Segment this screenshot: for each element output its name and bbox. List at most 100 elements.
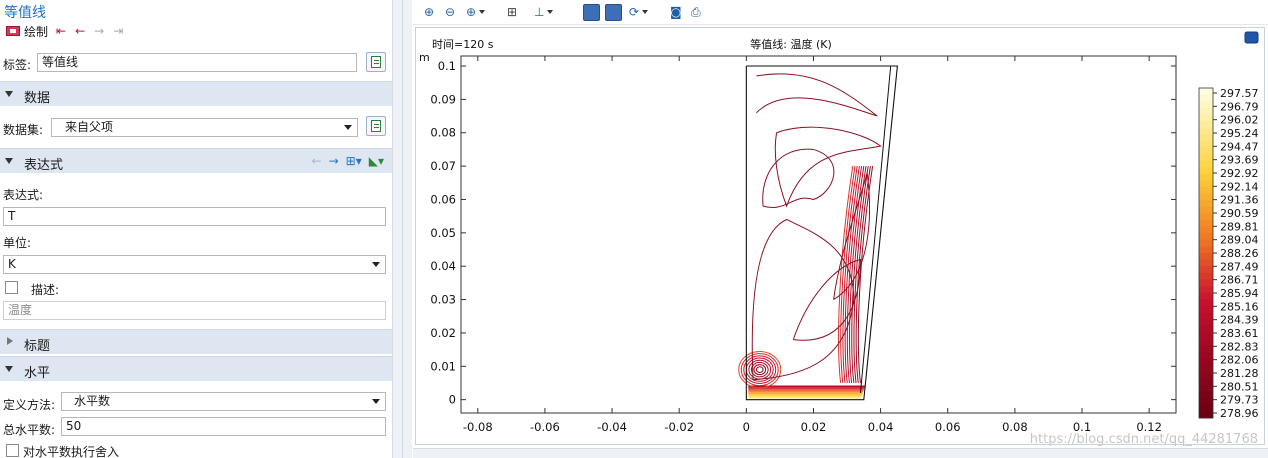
last-icon[interactable]: ⇥ bbox=[113, 24, 123, 38]
x-tick-label: -0.04 bbox=[597, 420, 627, 434]
insert-expression-icon[interactable]: ⊞▾ bbox=[346, 154, 362, 168]
description-input[interactable]: 温度 bbox=[3, 301, 386, 320]
colorbar-band bbox=[1199, 266, 1213, 274]
axis-toggle-icon[interactable] bbox=[605, 4, 622, 21]
x-tick-label: 0.08 bbox=[1002, 420, 1028, 434]
zoom-box-icon[interactable]: ⊕ bbox=[466, 4, 486, 20]
graphics-toolbar: ⊕ ⊖ ⊕ ⊞ ⊥ ⟳ ◙ ⎙ bbox=[413, 0, 1268, 25]
colorbar-label: 279.73 bbox=[1220, 394, 1259, 407]
title-section-header[interactable]: 标题 bbox=[0, 329, 392, 354]
zoom-extents-icon[interactable]: ⊞ bbox=[507, 4, 517, 20]
colorbar-band bbox=[1199, 279, 1213, 287]
colorbar-band bbox=[1199, 101, 1213, 109]
colorbar-label: 297.57 bbox=[1220, 87, 1259, 100]
colorbar-label: 293.69 bbox=[1220, 154, 1259, 167]
colorbar-band bbox=[1199, 398, 1213, 406]
colorbar-band bbox=[1199, 220, 1213, 227]
panel-title: 等值线 bbox=[4, 5, 46, 21]
colorbar-label: 296.79 bbox=[1220, 100, 1259, 113]
levels-section-header[interactable]: 水平 bbox=[0, 356, 392, 381]
colorbar-band bbox=[1199, 114, 1213, 122]
round-levels-checkbox[interactable] bbox=[6, 444, 19, 457]
method-select[interactable]: 水平数 bbox=[61, 392, 386, 411]
plot-button[interactable]: 绘制 bbox=[24, 23, 48, 40]
plot-canvas[interactable]: 时间=120 s 等值线: 温度 (K) m -0.08 -0.06 -0.04 -0.02… bbox=[415, 27, 1265, 445]
label-input[interactable]: 等值线 bbox=[37, 53, 357, 72]
expression-label: 表达式: bbox=[3, 188, 44, 202]
zoom-in-icon[interactable]: ⊕ bbox=[424, 4, 434, 20]
expression-tools: ← → ⊞▾ ◣▾ bbox=[305, 154, 384, 168]
axis-orientation-icon[interactable]: ⊥ bbox=[534, 4, 555, 20]
splitter-grip bbox=[402, 0, 403, 458]
table-icon bbox=[371, 120, 381, 132]
y-tick-label: 0.04 bbox=[430, 259, 456, 273]
colorbar-band bbox=[1199, 239, 1213, 247]
first-icon[interactable]: ⇤ bbox=[56, 24, 66, 38]
colorbar-label: 281.28 bbox=[1220, 367, 1259, 380]
colorbar-band bbox=[1199, 94, 1213, 102]
y-tick-label: 0.03 bbox=[430, 293, 456, 307]
colorbar-band bbox=[1199, 345, 1213, 353]
dropdown-arrow-icon bbox=[372, 399, 380, 404]
description-checkbox[interactable] bbox=[5, 281, 18, 294]
print-icon[interactable]: ⎙ bbox=[691, 4, 701, 20]
colorbar-band bbox=[1199, 286, 1213, 293]
refresh-icon[interactable]: ⟳ bbox=[629, 4, 649, 20]
dataset-select[interactable]: 来自父项 bbox=[51, 118, 358, 137]
colorbar-band bbox=[1199, 167, 1213, 175]
unit-select[interactable]: K bbox=[3, 255, 386, 274]
expand-triangle-icon bbox=[5, 91, 13, 97]
colorbar-band bbox=[1199, 226, 1213, 234]
expression-input[interactable]: T bbox=[3, 207, 386, 226]
colorbar-band bbox=[1199, 312, 1213, 320]
camera-icon[interactable]: ◙ bbox=[670, 4, 682, 20]
x-tick-label: -0.08 bbox=[463, 420, 493, 434]
grid-toggle-icon[interactable] bbox=[583, 4, 600, 21]
colorbar-band bbox=[1199, 246, 1213, 254]
colorbar-label: 289.81 bbox=[1220, 220, 1259, 233]
previous-icon[interactable]: ← bbox=[75, 24, 85, 38]
total-levels-input[interactable]: 50 bbox=[61, 417, 386, 436]
panel-splitter[interactable] bbox=[392, 0, 412, 458]
colorbar-label: 289.04 bbox=[1220, 234, 1259, 247]
colorbar-band bbox=[1199, 187, 1213, 194]
colorbar-band bbox=[1199, 160, 1213, 168]
colorbar-label: 282.83 bbox=[1220, 340, 1259, 353]
x-tick-label: -0.02 bbox=[664, 420, 694, 434]
expression-section-header[interactable]: 表达式 ← → ⊞▾ ◣▾ bbox=[0, 148, 392, 173]
colorbar-label: 295.24 bbox=[1220, 127, 1259, 140]
replace-back-icon[interactable]: ← bbox=[312, 154, 322, 168]
expression-section-title: 表达式 bbox=[24, 158, 64, 173]
y-tick-label: 0.09 bbox=[430, 92, 456, 106]
colorbar-label: 285.94 bbox=[1220, 287, 1259, 300]
colorbar-band bbox=[1199, 127, 1213, 135]
levels-section-title: 水平 bbox=[24, 366, 51, 381]
replace-forward-icon[interactable]: → bbox=[329, 154, 339, 168]
data-section-header[interactable]: 数据 bbox=[0, 81, 392, 106]
method-value: 水平数 bbox=[74, 394, 111, 408]
colorbar-band bbox=[1199, 206, 1213, 214]
colorbar-band bbox=[1199, 305, 1213, 313]
x-tick-label: 0.02 bbox=[801, 420, 827, 434]
colorbar-band bbox=[1199, 200, 1213, 208]
zoom-out-icon[interactable]: ⊖ bbox=[445, 4, 455, 20]
y-tick-label: 0.06 bbox=[430, 192, 456, 206]
x-tick-label: 0.06 bbox=[935, 420, 961, 434]
colorbar-label: 291.36 bbox=[1220, 194, 1259, 207]
colorbar-band bbox=[1199, 154, 1213, 161]
replace-expression-icon[interactable]: ◣▾ bbox=[369, 154, 384, 168]
plot-title: 等值线: 温度 (K) bbox=[750, 37, 832, 51]
time-label: 时间=120 s bbox=[432, 38, 494, 51]
label-edit-button[interactable] bbox=[366, 52, 386, 72]
plot-icon[interactable] bbox=[6, 26, 20, 36]
next-icon[interactable]: → bbox=[94, 24, 104, 38]
colorbar-band bbox=[1199, 391, 1213, 399]
colorbar-band bbox=[1199, 292, 1213, 300]
colorbar-band bbox=[1199, 173, 1213, 181]
dataset-goto-button[interactable] bbox=[366, 116, 386, 136]
colorbar-band bbox=[1199, 299, 1213, 307]
dataset-value: 来自父项 bbox=[65, 120, 114, 134]
x-tick-label: 0 bbox=[743, 420, 750, 434]
colorbar: 297.57296.79296.02295.24294.47293.69292.… bbox=[1198, 87, 1259, 420]
colorbar-band bbox=[1199, 385, 1213, 392]
